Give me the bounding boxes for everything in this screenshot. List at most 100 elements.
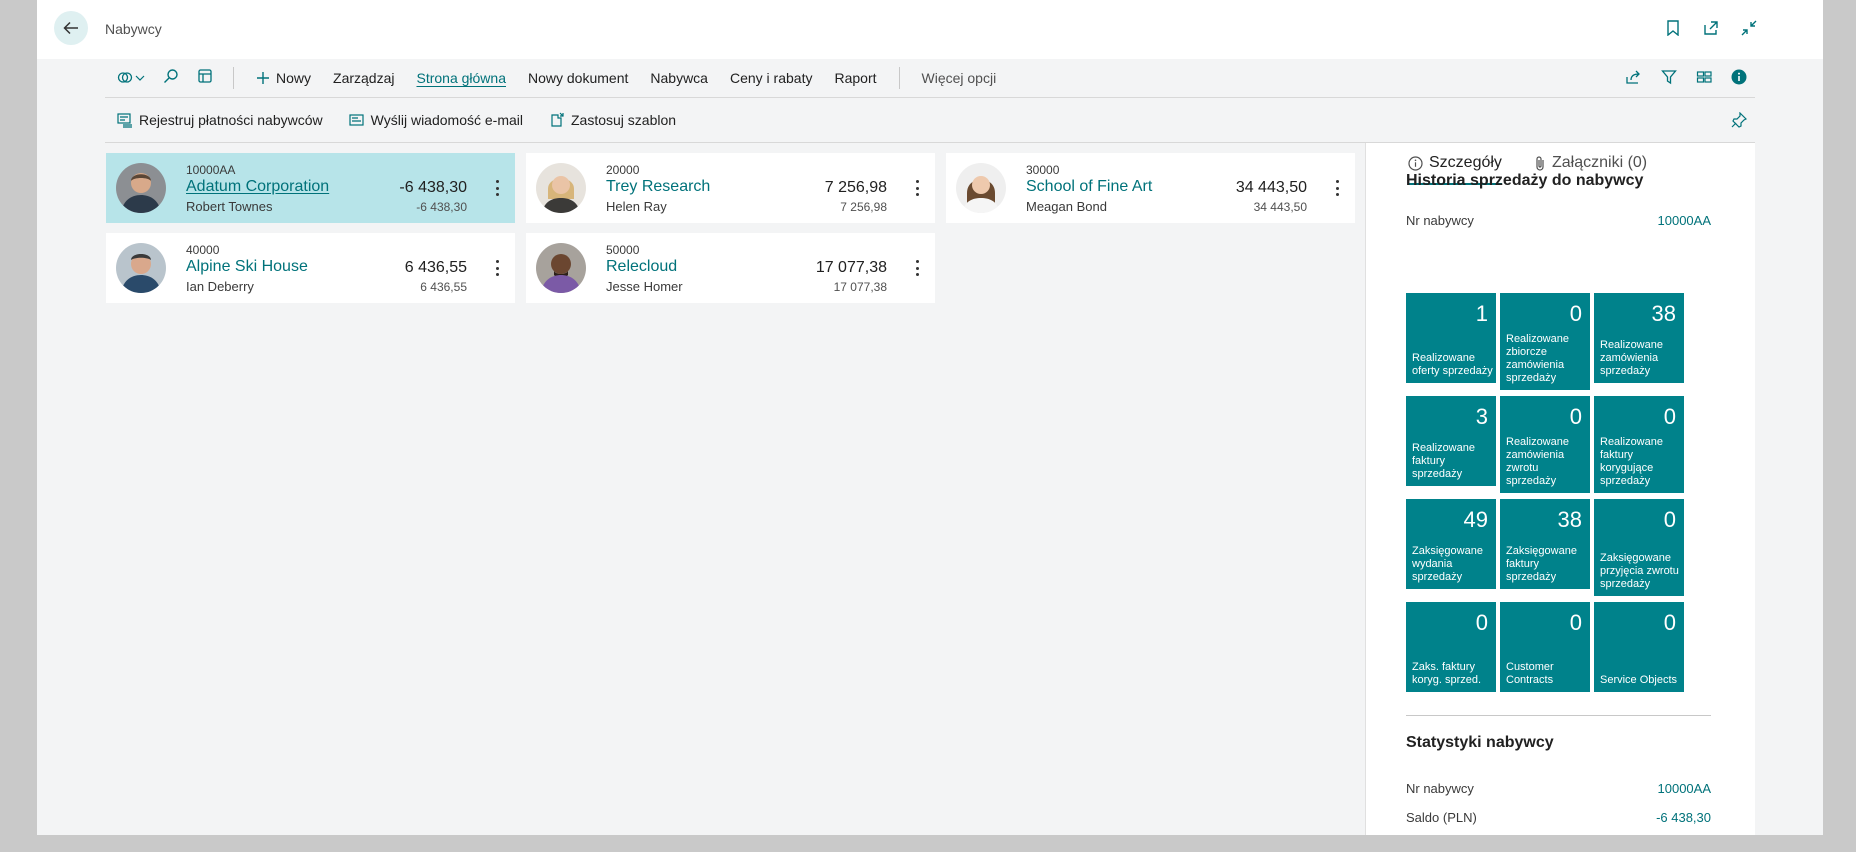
more-options-button[interactable]: Więcej opcji: [922, 70, 997, 86]
back-button[interactable]: [54, 11, 88, 45]
more-menu-icon[interactable]: [912, 257, 922, 279]
edit-list-icon[interactable]: [197, 68, 213, 89]
stats-customer-no-value[interactable]: 10000AA: [1658, 781, 1712, 796]
action-bar: Nowy Zarządzaj Strona główna Nowy dokume…: [105, 59, 1755, 98]
send-email-button[interactable]: Wyślij wiadomość e-mail: [349, 112, 523, 128]
avatar: [536, 163, 586, 213]
customer-name[interactable]: School of Fine Art: [1026, 178, 1152, 196]
tab-details[interactable]: Szczegóły: [1408, 154, 1502, 185]
cue-value: 0: [1663, 404, 1676, 429]
customer-no: 10000AA: [186, 163, 236, 177]
cue-value: 0: [1569, 404, 1582, 429]
cue-tile[interactable]: 0 Realizowane zamówienia zwrotu sprzedaż…: [1500, 396, 1590, 493]
customer-balance: 7 256,98: [824, 179, 887, 196]
pin-icon[interactable]: [1731, 111, 1748, 133]
customer-card[interactable]: 30000 School of Fine Art Meagan Bond 34 …: [946, 153, 1355, 223]
new-button[interactable]: Nowy: [256, 70, 311, 86]
customer-stats-title: Statystyki nabywcy: [1406, 734, 1554, 751]
bookmark-icon[interactable]: [1664, 19, 1682, 37]
more-menu-icon[interactable]: [1332, 177, 1342, 199]
new-label: Nowy: [276, 70, 312, 86]
more-menu-icon[interactable]: [492, 257, 502, 279]
balance-label: Saldo (PLN): [1406, 810, 1477, 825]
cue-tile[interactable]: 0 Zaks. faktury koryg. sprzed.: [1406, 602, 1496, 692]
prices-discounts-menu[interactable]: Ceny i rabaty: [730, 70, 812, 86]
avatar: [116, 163, 166, 213]
apply-template-button[interactable]: Zastosuj szablon: [549, 112, 676, 128]
customer-balance: 34 443,50: [1235, 179, 1307, 196]
more-menu-icon[interactable]: [492, 177, 502, 199]
manage-menu[interactable]: Zarządzaj: [333, 70, 394, 86]
customer-contact: Jesse Homer: [606, 279, 683, 294]
factbox-pane: Szczegóły Załączniki (0) Historia sprzed…: [1365, 143, 1755, 835]
customer-name[interactable]: Alpine Ski House: [186, 258, 308, 276]
open-new-window-icon[interactable]: [1702, 19, 1720, 37]
more-menu-icon[interactable]: [912, 177, 922, 199]
customer-card[interactable]: 40000 Alpine Ski House Ian Deberry 6 436…: [106, 233, 515, 303]
cue-tile[interactable]: 0 Realizowane zbiorcze zamówienia sprzed…: [1500, 293, 1590, 390]
balance-value[interactable]: -6 438,30: [1656, 810, 1711, 825]
cue-tile[interactable]: 38 Zaksięgowane faktury sprzedaży: [1500, 499, 1590, 589]
tiles-view-icon[interactable]: [1696, 69, 1712, 90]
cue-label: Realizowane oferty sprzedaży: [1412, 352, 1493, 377]
cue-value: 0: [1569, 610, 1582, 635]
cue-tile[interactable]: 3 Realizowane faktury sprzedaży: [1406, 396, 1496, 486]
home-tab[interactable]: Strona główna: [416, 70, 506, 86]
customer-name[interactable]: Relecloud: [606, 258, 677, 276]
cue-label: Service Objects: [1600, 674, 1678, 686]
cue-label: Customer Contracts: [1506, 661, 1554, 686]
cue-tile[interactable]: 38 Realizowane zamówienia sprzedaży: [1594, 293, 1684, 383]
search-icon[interactable]: [163, 68, 179, 89]
cue-tile[interactable]: 0 Realizowane faktury korygujące sprzeda…: [1594, 396, 1684, 493]
cue-label: Realizowane zbiorcze zamówienia sprzedaż…: [1506, 333, 1569, 384]
email-icon: [349, 114, 364, 126]
send-email-label: Wyślij wiadomość e-mail: [370, 112, 523, 128]
customer-contact: Ian Deberry: [186, 279, 254, 294]
report-menu[interactable]: Raport: [834, 70, 876, 86]
cue-value: 0: [1475, 610, 1488, 635]
info-outline-icon: [1408, 155, 1423, 171]
cue-value: 0: [1663, 610, 1676, 635]
view-switcher-icon[interactable]: [117, 70, 145, 86]
customer-name[interactable]: Adatum Corporation: [186, 178, 329, 196]
customer-contact: Robert Townes: [186, 199, 273, 214]
customer-card[interactable]: 50000 Relecloud Jesse Homer 17 077,38 17…: [526, 233, 935, 303]
cue-label: Realizowane faktury sprzedaży: [1412, 442, 1475, 480]
cue-label: Realizowane zamówienia sprzedaży: [1600, 339, 1663, 377]
collapse-icon[interactable]: [1740, 19, 1758, 37]
new-document-menu[interactable]: Nowy dokument: [528, 70, 628, 86]
register-payments-button[interactable]: Rejestruj płatności nabywców: [117, 112, 323, 128]
customer-card[interactable]: 10000AA Adatum Corporation Robert Townes…: [106, 153, 515, 223]
customer-balance-due: 7 256,98: [840, 200, 887, 214]
tab-attachments[interactable]: Załączniki (0): [1534, 154, 1647, 172]
filter-icon[interactable]: [1661, 69, 1677, 90]
cue-value: 0: [1569, 301, 1582, 326]
cue-label: Zaksięgowane wydania sprzedaży: [1412, 545, 1483, 583]
share-icon[interactable]: [1625, 69, 1642, 90]
customer-balance-due: 6 436,55: [420, 280, 467, 294]
cue-value: 0: [1663, 507, 1676, 532]
avatar: [536, 243, 586, 293]
cue-tile[interactable]: 1 Realizowane oferty sprzedaży: [1406, 293, 1496, 383]
customer-no-label: Nr nabywcy: [1406, 213, 1474, 228]
tab-attachments-label: Załączniki (0): [1552, 154, 1648, 171]
template-icon: [551, 112, 564, 127]
cue-tile[interactable]: 0 Customer Contracts: [1500, 602, 1590, 692]
customer-balance-due: -6 438,30: [416, 200, 467, 214]
customer-card[interactable]: 20000 Trey Research Helen Ray 7 256,98 7…: [526, 153, 935, 223]
separator: [898, 67, 900, 89]
customer-no-row: Nr nabywcy 10000AA: [1406, 213, 1711, 228]
cue-tile[interactable]: 49 Zaksięgowane wydania sprzedaży: [1406, 499, 1496, 589]
cue-tile[interactable]: 0 Zaksięgowane przyjęcia zwrotu sprzedaż…: [1594, 499, 1684, 596]
customer-no: 50000: [606, 243, 640, 257]
customer-menu[interactable]: Nabywca: [650, 70, 708, 86]
apply-template-label: Zastosuj szablon: [571, 112, 677, 128]
customer-name[interactable]: Trey Research: [606, 178, 710, 196]
cue-tile[interactable]: 0 Service Objects: [1594, 602, 1684, 692]
cue-value: 38: [1651, 301, 1676, 326]
top-right-actions: [1664, 19, 1758, 37]
customer-no-value[interactable]: 10000AA: [1658, 213, 1712, 228]
info-icon[interactable]: [1731, 69, 1747, 90]
customer-no: 30000: [1026, 163, 1060, 177]
cue-value: 49: [1463, 507, 1488, 532]
